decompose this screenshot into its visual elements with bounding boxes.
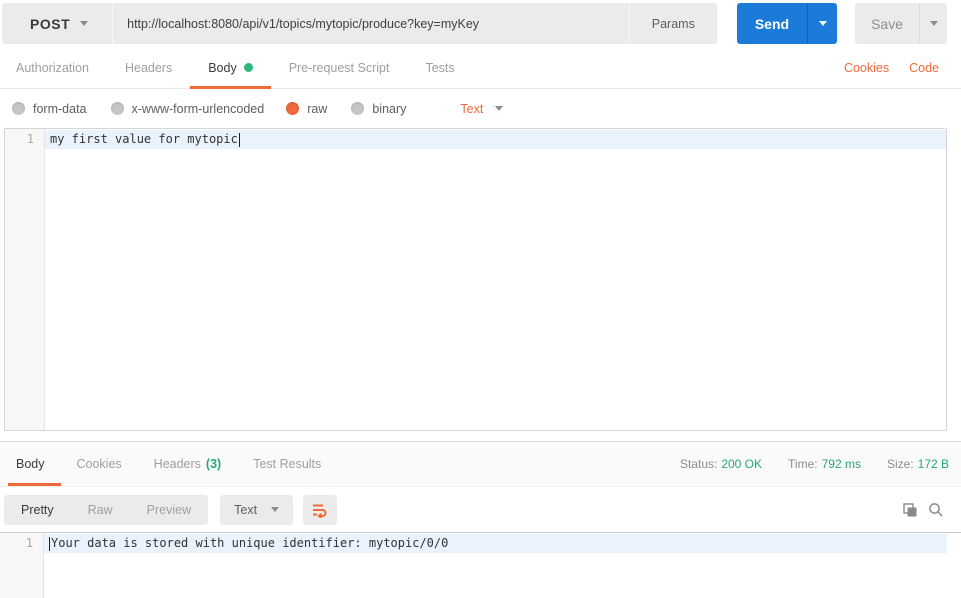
code-link[interactable]: Code	[899, 47, 949, 88]
response-body-editor[interactable]: 1 Your data is stored with unique identi…	[0, 532, 961, 598]
size-stat: Size: 172 B	[887, 457, 949, 471]
view-pretty-button[interactable]: Pretty	[4, 495, 71, 525]
url-composite: POST Params	[2, 3, 717, 44]
copy-icon	[903, 502, 917, 516]
code-text: Your data is stored with unique identifi…	[51, 536, 449, 550]
tab-label: Headers	[153, 457, 201, 471]
response-tab-cookies[interactable]: Cookies	[61, 442, 138, 486]
time-stat: Time: 792 ms	[788, 457, 861, 471]
chevron-down-icon	[80, 21, 89, 26]
line-number: 1	[26, 132, 34, 146]
code-line: Your data is stored with unique identifi…	[44, 534, 947, 553]
radio-icon	[110, 102, 124, 115]
copy-response-button[interactable]	[897, 497, 923, 523]
tab-label: Pre-request Script	[288, 60, 390, 75]
radio-label: binary	[372, 101, 407, 116]
view-preview-button[interactable]: Preview	[130, 495, 208, 525]
text-cursor	[238, 132, 240, 147]
radio-icon	[286, 102, 300, 115]
request-tabs: Authorization Headers Body Pre-request S…	[0, 47, 961, 89]
save-button[interactable]: Save	[855, 3, 919, 44]
send-button[interactable]: Send	[736, 3, 808, 44]
tab-label: Body	[208, 60, 237, 75]
chevron-down-icon	[818, 21, 827, 26]
save-options-button[interactable]	[919, 3, 947, 44]
radio-label: x-www-form-urlencoded	[131, 101, 265, 116]
method-label: POST	[30, 15, 71, 32]
line-number: 1	[25, 536, 33, 550]
save-split-button: Save	[855, 3, 947, 44]
body-content-dot-icon	[243, 63, 253, 72]
editor-content[interactable]: my first value for mytopic	[45, 129, 946, 430]
send-split-button: Send	[736, 3, 838, 44]
tab-authorization[interactable]: Authorization	[8, 47, 107, 88]
status-value: 200 OK	[721, 457, 763, 471]
search-response-button[interactable]	[923, 497, 949, 523]
url-input[interactable]	[113, 3, 629, 44]
response-tabs-row: Body Cookies Headers (3) Test Results St…	[0, 441, 961, 487]
chevron-down-icon	[495, 106, 504, 111]
line-number-gutter: 1	[0, 533, 44, 598]
text-wrap-icon	[313, 504, 327, 518]
format-label: Text	[234, 502, 258, 517]
tab-headers[interactable]: Headers	[107, 47, 190, 88]
response-tab-test-results[interactable]: Test Results	[237, 442, 337, 486]
radio-x-www-form-urlencoded[interactable]: x-www-form-urlencoded	[110, 101, 265, 116]
request-body-editor[interactable]: 1 my first value for mytopic	[4, 128, 947, 431]
tab-tests[interactable]: Tests	[407, 47, 472, 88]
chevron-down-icon	[929, 21, 938, 26]
tab-label: Body	[16, 457, 45, 471]
tab-label: Tests	[425, 60, 455, 75]
tab-label: Headers	[124, 60, 173, 75]
wrap-text-button[interactable]	[303, 494, 338, 525]
code-line: my first value for mytopic	[45, 130, 946, 149]
radio-icon	[351, 102, 365, 115]
request-bar: POST Params Send Save	[0, 0, 961, 47]
format-label: Text	[460, 101, 484, 116]
response-stats: Status: 200 OK Time: 792 ms Size: 172 B	[680, 442, 949, 486]
tab-pre-request-script[interactable]: Pre-request Script	[271, 47, 408, 88]
size-label: Size:	[886, 457, 914, 471]
send-options-button[interactable]	[807, 3, 838, 44]
time-value: 792 ms	[821, 457, 861, 471]
status-label: Status:	[679, 457, 718, 471]
radio-icon	[12, 102, 25, 115]
params-button[interactable]: Params	[630, 3, 717, 44]
response-format-dropdown[interactable]: Text	[220, 494, 294, 525]
text-cursor	[49, 536, 50, 551]
radio-label: form-data	[33, 101, 87, 116]
search-icon	[929, 502, 943, 517]
tab-label: Authorization	[16, 60, 89, 75]
radio-label: raw	[307, 101, 328, 116]
tab-body[interactable]: Body	[190, 47, 271, 89]
cookies-link[interactable]: Cookies	[834, 47, 899, 88]
time-label: Time:	[788, 457, 818, 471]
radio-binary[interactable]: binary	[351, 102, 406, 116]
tab-label: Test Results	[253, 457, 322, 471]
size-value: 172 B	[917, 457, 949, 471]
method-dropdown[interactable]: POST	[2, 3, 112, 44]
line-number-gutter: 1	[5, 129, 45, 430]
response-toolbar: Pretty Raw Preview Text	[0, 487, 961, 532]
postman-window: POST Params Send Save Authorization	[0, 0, 961, 598]
editor-content[interactable]: Your data is stored with unique identifi…	[44, 533, 961, 598]
raw-format-dropdown[interactable]: Text	[460, 101, 504, 116]
view-mode-group: Pretty Raw Preview	[4, 494, 209, 525]
params-label: Params	[651, 16, 695, 31]
radio-form-data[interactable]: form-data	[12, 102, 87, 116]
tab-label: Cookies	[76, 457, 122, 471]
status-stat: Status: 200 OK	[680, 457, 762, 471]
code-text: my first value for mytopic	[50, 132, 238, 146]
view-raw-button[interactable]: Raw	[71, 495, 130, 525]
response-tab-headers[interactable]: Headers (3)	[138, 442, 238, 486]
radio-raw[interactable]: raw	[286, 102, 327, 116]
chevron-down-icon	[271, 507, 280, 512]
response-tab-body[interactable]: Body	[8, 442, 61, 486]
body-type-row: form-data x-www-form-urlencoded raw bina…	[0, 89, 961, 128]
headers-count: (3)	[205, 457, 222, 471]
